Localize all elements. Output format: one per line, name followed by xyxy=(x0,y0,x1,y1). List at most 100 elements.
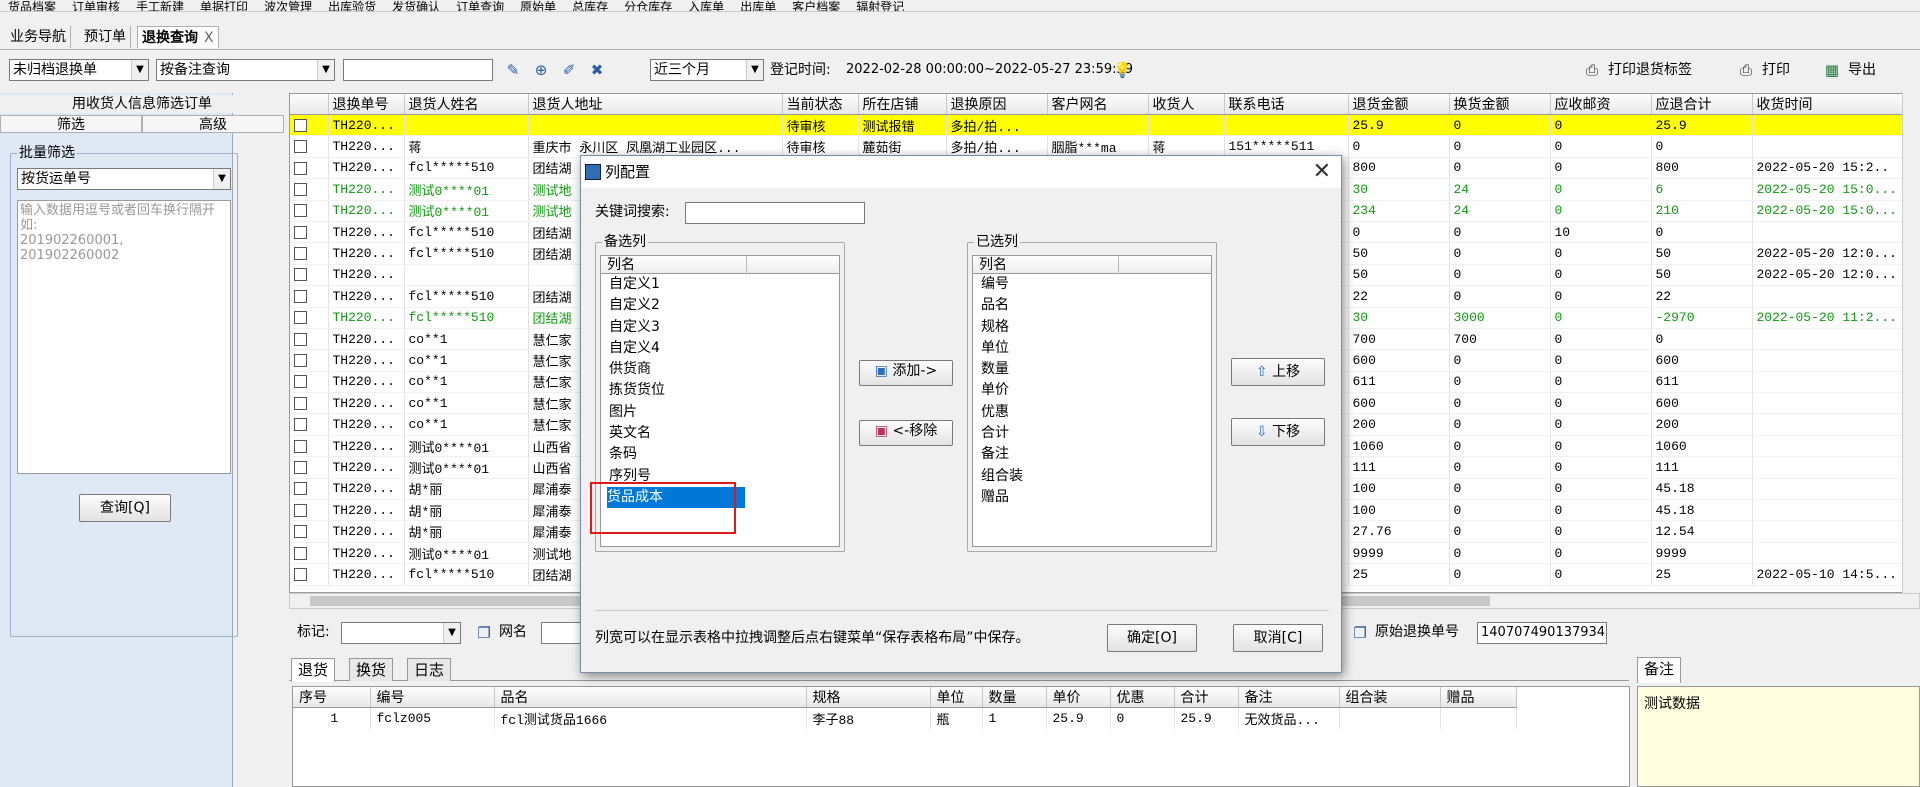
menu-item[interactable]: 客户档案 xyxy=(784,1,848,11)
selected-column-item[interactable]: 备注 xyxy=(973,444,1211,465)
selected-column-item[interactable]: 单位 xyxy=(973,338,1211,359)
tab-advanced[interactable]: 高级 xyxy=(142,115,284,133)
menu-item[interactable]: 入库单 xyxy=(680,1,732,11)
column-header[interactable]: 赠品 xyxy=(1440,687,1517,708)
tab-exchange[interactable]: 换货 xyxy=(349,658,394,681)
menu-item[interactable]: 货品档案 xyxy=(0,1,64,11)
selected-column-item[interactable]: 合计 xyxy=(973,423,1211,444)
column-header[interactable]: 收货时间 xyxy=(1752,94,1914,115)
row-checkbox[interactable] xyxy=(294,525,307,539)
column-header[interactable]: 客户网名 xyxy=(1047,94,1149,115)
selected-column-item[interactable]: 组合装 xyxy=(973,466,1211,487)
selected-column-item[interactable]: 单价 xyxy=(973,380,1211,401)
tab-return[interactable]: 退货 xyxy=(291,658,336,682)
move-up-button[interactable]: ⇧ 上移 xyxy=(1231,358,1325,386)
selected-column-item[interactable]: 编号 xyxy=(973,274,1211,295)
column-header[interactable]: 应退合计 xyxy=(1651,94,1753,115)
available-column-item[interactable]: 自定义2 xyxy=(601,295,839,316)
row-checkbox[interactable] xyxy=(294,567,307,581)
menu-item[interactable]: 订单查询 xyxy=(448,1,512,11)
tab-preorder[interactable]: 预订单 xyxy=(80,26,131,48)
selected-column-item[interactable]: 品名 xyxy=(973,295,1211,316)
column-header[interactable]: 联系电话 xyxy=(1224,94,1349,115)
column-header[interactable]: 合计 xyxy=(1174,687,1239,708)
column-header[interactable]: 所在店铺 xyxy=(858,94,947,115)
menu-item[interactable]: 单据打印 xyxy=(192,1,256,11)
available-column-item[interactable]: 英文名 xyxy=(601,423,839,444)
row-checkbox[interactable] xyxy=(294,546,307,560)
menu-item[interactable]: 总库存 xyxy=(564,1,616,11)
export-button[interactable]: 导出 xyxy=(1848,60,1876,80)
available-column-item[interactable]: 拣货货位 xyxy=(601,380,839,401)
selected-column-item[interactable]: 优惠 xyxy=(973,402,1211,423)
cancel-button[interactable]: 取消[C] xyxy=(1233,624,1323,652)
column-header[interactable]: 退货人地址 xyxy=(528,94,783,115)
column-header[interactable]: 数量 xyxy=(982,687,1047,708)
available-column-item[interactable]: 供货商 xyxy=(601,359,839,380)
search-input[interactable] xyxy=(343,59,493,81)
filter-edit-icon[interactable]: ✐ xyxy=(560,61,578,79)
tab-log[interactable]: 日志 xyxy=(407,658,452,681)
selected-column-item[interactable]: 规格 xyxy=(973,317,1211,338)
grid-vertical-scrollbar[interactable] xyxy=(1902,93,1920,593)
close-icon[interactable]: ✕ xyxy=(1313,158,1331,186)
reg-time-value[interactable]: 2022-02-28 00:00:00~2022-05-27 23:59:59 xyxy=(846,60,1133,80)
menu-item[interactable]: 出库单 xyxy=(732,1,784,11)
row-checkbox[interactable] xyxy=(294,354,307,368)
row-checkbox[interactable] xyxy=(294,204,307,218)
column-header[interactable]: 退换原因 xyxy=(946,94,1048,115)
available-column-item[interactable]: 图片 xyxy=(601,402,839,423)
filter-add-icon[interactable]: ⊕ xyxy=(532,61,550,79)
note-text[interactable]: 测试数据 xyxy=(1637,686,1920,787)
menu-item[interactable]: 分仓库存 xyxy=(616,1,680,11)
column-header[interactable]: 退货金额 xyxy=(1348,94,1450,115)
selected-column-item[interactable]: 赠品 xyxy=(973,487,1211,508)
column-header[interactable]: 退换单号 xyxy=(328,94,405,115)
ok-button[interactable]: 确定[O] xyxy=(1107,624,1197,652)
tab-filter[interactable]: 筛选 xyxy=(0,115,142,133)
column-header[interactable]: 换货金额 xyxy=(1449,94,1551,115)
row-checkbox[interactable] xyxy=(294,461,307,474)
date-range-select[interactable]: 近三个月 ▼ xyxy=(650,59,764,81)
tab-exchange-query[interactable]: 退换查询 X xyxy=(137,26,219,48)
archive-filter-select[interactable]: 未归档退换单 ▼ xyxy=(9,59,149,81)
row-checkbox[interactable] xyxy=(294,247,307,261)
row-checkbox[interactable] xyxy=(294,225,307,239)
available-column-item[interactable]: 自定义3 xyxy=(601,317,839,338)
menu-item[interactable]: 出库验货 xyxy=(320,1,384,11)
column-header[interactable]: 规格 xyxy=(806,687,931,708)
column-header[interactable]: 编号 xyxy=(370,687,495,708)
tab-business-nav[interactable]: 业务导航 xyxy=(6,26,71,48)
row-checkbox[interactable] xyxy=(294,482,307,496)
column-header[interactable]: 优惠 xyxy=(1110,687,1175,708)
filter-icon[interactable]: ✎ xyxy=(504,61,522,79)
column-header[interactable]: 单位 xyxy=(930,687,983,708)
available-column-item[interactable]: 自定义1 xyxy=(601,274,839,295)
query-mode-select[interactable]: 按备注查询 ▼ xyxy=(156,59,335,81)
batch-mode-select[interactable]: 按货运单号 ▼ xyxy=(17,168,231,190)
keyword-search-input[interactable] xyxy=(685,202,865,224)
move-down-button[interactable]: ⇩ 下移 xyxy=(1231,418,1325,446)
column-header[interactable]: 收货人 xyxy=(1148,94,1225,115)
column-header[interactable]: 当前状态 xyxy=(782,94,859,115)
row-checkbox[interactable] xyxy=(294,140,307,154)
query-button[interactable]: 查询[Q] xyxy=(79,494,171,522)
row-checkbox[interactable] xyxy=(294,375,307,389)
print-label-button[interactable]: 打印退货标签 xyxy=(1608,60,1692,80)
row-checkbox[interactable] xyxy=(294,439,307,453)
selected-column-item[interactable]: 数量 xyxy=(973,359,1211,380)
row-checkbox[interactable] xyxy=(294,161,307,175)
table-row[interactable]: TH220... 待审核 测试报错 多拍/拍... 25.9 0 0 25.9 xyxy=(290,114,1914,137)
menu-item[interactable]: 波次管理 xyxy=(256,1,320,11)
row-checkbox[interactable] xyxy=(294,311,307,325)
menu-item[interactable]: 手工新建 xyxy=(128,1,192,11)
mark-select[interactable]: ▼ xyxy=(341,622,461,644)
orig-no-input[interactable]: 140707490137934 xyxy=(1477,622,1607,644)
row-checkbox[interactable] xyxy=(294,332,307,346)
column-header[interactable]: 序号 xyxy=(293,687,371,708)
column-header[interactable]: 组合装 xyxy=(1339,687,1441,708)
row-checkbox[interactable] xyxy=(294,418,307,432)
column-header[interactable]: 退货人姓名 xyxy=(404,94,529,115)
column-header[interactable]: 应收邮资 xyxy=(1550,94,1652,115)
batch-input-textarea[interactable]: 输入数据用逗号或者回车换行隔开 如: 201902260001, 2019022… xyxy=(17,200,231,474)
